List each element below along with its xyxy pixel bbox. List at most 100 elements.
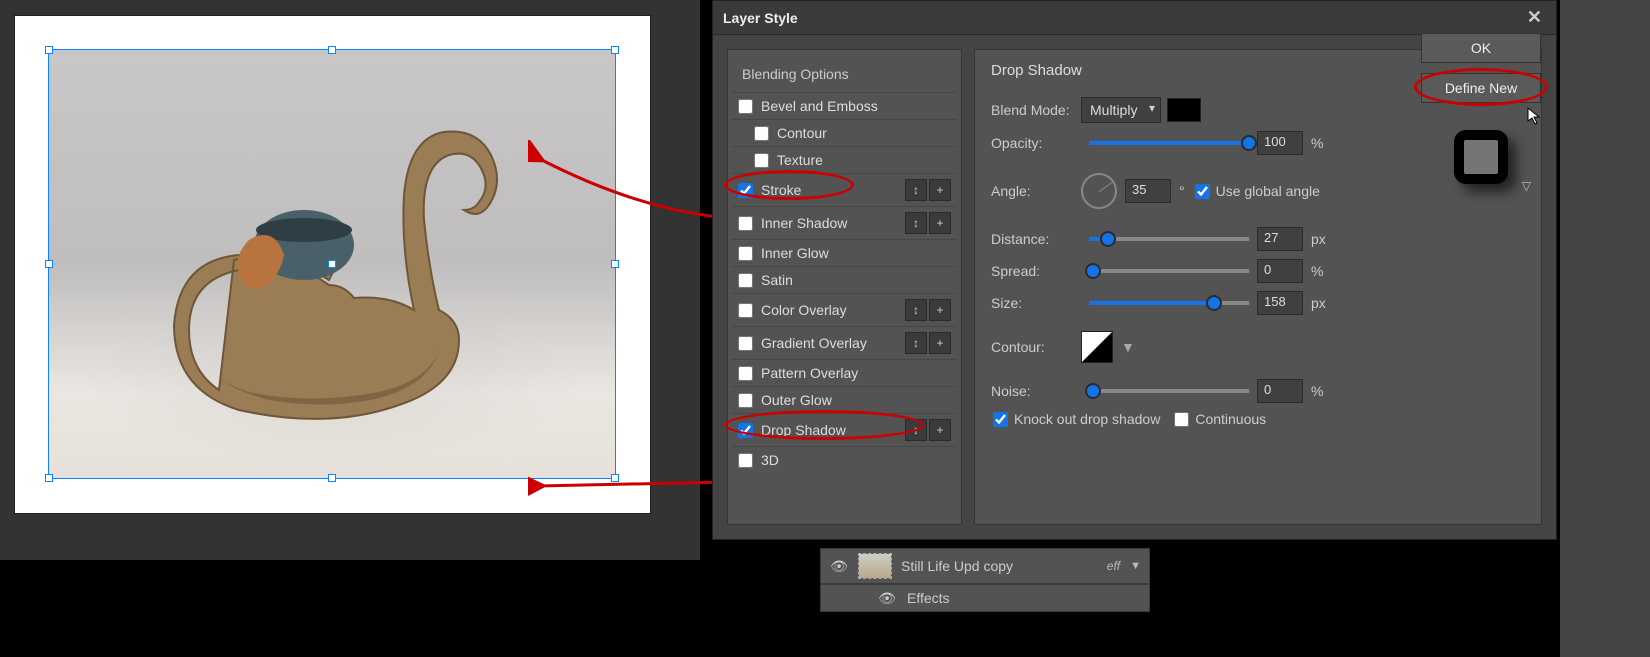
contour-dropdown-icon[interactable]: ▼ xyxy=(1121,339,1135,355)
angle-dial[interactable] xyxy=(1081,173,1117,209)
dialog-right-column: OK Define New ▽ xyxy=(1416,9,1546,193)
transform-handle-tr[interactable] xyxy=(611,46,619,54)
layer-effects-row[interactable]: 👁 Effects xyxy=(820,584,1150,612)
style-gradient-overlay-checkbox[interactable] xyxy=(738,336,753,351)
transform-handle-mr[interactable] xyxy=(611,260,619,268)
style-satin-label: Satin xyxy=(761,272,951,288)
ok-button[interactable]: OK xyxy=(1421,33,1541,63)
style-bevel-label: Bevel and Emboss xyxy=(761,98,951,114)
reorder-icon[interactable]: ↕ xyxy=(905,419,927,441)
style-outer-glow[interactable]: Outer Glow xyxy=(732,386,957,413)
style-gradient-overlay[interactable]: Gradient Overlay ↕ + xyxy=(732,326,957,359)
style-texture[interactable]: Texture xyxy=(732,146,957,173)
define-new-button-label: Define New xyxy=(1445,80,1517,96)
transform-bounding-box[interactable] xyxy=(48,49,616,479)
blend-mode-select[interactable]: Multiply xyxy=(1081,97,1161,123)
knock-out-checkbox[interactable] xyxy=(993,412,1008,427)
use-global-angle-checkbox[interactable] xyxy=(1195,184,1210,199)
transform-handle-ml[interactable] xyxy=(45,260,53,268)
transform-handle-center[interactable] xyxy=(328,260,336,268)
spread-label: Spread: xyxy=(991,263,1081,279)
visibility-eye-icon[interactable]: 👁 xyxy=(877,590,897,607)
style-inner-shadow-checkbox[interactable] xyxy=(738,216,753,231)
layer-name[interactable]: Still Life Upd copy xyxy=(901,558,1097,574)
style-3d[interactable]: 3D xyxy=(732,446,957,473)
style-inner-glow-checkbox[interactable] xyxy=(738,246,753,261)
add-icon[interactable]: + xyxy=(929,212,951,234)
add-icon[interactable]: + xyxy=(929,299,951,321)
style-outer-glow-checkbox[interactable] xyxy=(738,393,753,408)
distance-label: Distance: xyxy=(991,231,1081,247)
cursor-icon xyxy=(1526,107,1544,125)
annotation-arrow-dropshadow xyxy=(528,460,738,500)
knock-out-label: Knock out drop shadow xyxy=(1014,411,1160,427)
effects-tag: eff xyxy=(1107,559,1120,573)
transform-handle-bl[interactable] xyxy=(45,474,53,482)
style-stroke[interactable]: Stroke ↕ + xyxy=(732,173,957,206)
spread-value[interactable]: 0 xyxy=(1257,259,1303,283)
add-icon[interactable]: + xyxy=(929,419,951,441)
style-contour-checkbox[interactable] xyxy=(754,126,769,141)
style-texture-checkbox[interactable] xyxy=(754,153,769,168)
reorder-icon[interactable]: ↕ xyxy=(905,299,927,321)
style-color-overlay-checkbox[interactable] xyxy=(738,303,753,318)
transform-handle-tm[interactable] xyxy=(328,46,336,54)
style-inner-glow[interactable]: Inner Glow xyxy=(732,239,957,266)
layer-row[interactable]: 👁 Still Life Upd copy eff ▼ xyxy=(820,548,1150,584)
size-label: Size: xyxy=(991,295,1081,311)
style-stroke-checkbox[interactable] xyxy=(738,183,753,198)
style-3d-checkbox[interactable] xyxy=(738,453,753,468)
style-stroke-label: Stroke xyxy=(761,182,903,198)
transform-handle-tl[interactable] xyxy=(45,46,53,54)
still-life-image xyxy=(129,110,509,440)
style-pattern-overlay-checkbox[interactable] xyxy=(738,366,753,381)
add-icon[interactable]: + xyxy=(929,179,951,201)
contour-label: Contour: xyxy=(991,339,1081,355)
style-outer-glow-label: Outer Glow xyxy=(761,392,951,408)
style-drop-shadow[interactable]: Drop Shadow ↕ + xyxy=(732,413,957,446)
layer-style-dialog: Layer Style ✕ Blending Options Bevel and… xyxy=(712,0,1557,540)
reorder-icon[interactable]: ↕ xyxy=(905,332,927,354)
style-bevel-checkbox[interactable] xyxy=(738,99,753,114)
noise-value[interactable]: 0 xyxy=(1257,379,1303,403)
style-preview: ▽ xyxy=(1445,121,1517,193)
style-drop-shadow-label: Drop Shadow xyxy=(761,422,903,438)
preview-dropdown-icon[interactable]: ▽ xyxy=(1522,179,1531,193)
distance-value[interactable]: 27 xyxy=(1257,227,1303,251)
reorder-icon[interactable]: ↕ xyxy=(905,212,927,234)
visibility-eye-icon[interactable]: 👁 xyxy=(829,558,849,575)
layers-panel-fragment: 👁 Still Life Upd copy eff ▼ 👁 Effects xyxy=(820,548,1150,612)
reorder-icon[interactable]: ↕ xyxy=(905,179,927,201)
add-icon[interactable]: + xyxy=(929,332,951,354)
angle-value[interactable]: 35 xyxy=(1125,179,1171,203)
style-satin[interactable]: Satin xyxy=(732,266,957,293)
size-value[interactable]: 158 xyxy=(1257,291,1303,315)
style-bevel-emboss[interactable]: Bevel and Emboss xyxy=(732,92,957,119)
style-inner-shadow[interactable]: Inner Shadow ↕ + xyxy=(732,206,957,239)
contour-picker[interactable] xyxy=(1081,331,1113,363)
continuous-checkbox[interactable] xyxy=(1174,412,1189,427)
continuous-label: Continuous xyxy=(1195,411,1266,427)
opacity-slider[interactable] xyxy=(1089,141,1249,145)
style-drop-shadow-checkbox[interactable] xyxy=(738,423,753,438)
size-unit: px xyxy=(1311,295,1326,311)
style-color-overlay[interactable]: Color Overlay ↕ + xyxy=(732,293,957,326)
chevron-down-icon[interactable]: ▼ xyxy=(1130,560,1141,572)
layer-thumbnail[interactable] xyxy=(859,554,891,578)
distance-unit: px xyxy=(1311,231,1326,247)
style-contour-label: Contour xyxy=(777,125,951,141)
define-new-button[interactable]: Define New xyxy=(1421,73,1541,103)
blend-mode-label: Blend Mode: xyxy=(991,102,1081,118)
spread-slider[interactable] xyxy=(1089,269,1249,273)
distance-slider[interactable] xyxy=(1089,237,1249,241)
opacity-unit: % xyxy=(1311,135,1323,151)
transform-handle-bm[interactable] xyxy=(328,474,336,482)
style-contour[interactable]: Contour xyxy=(732,119,957,146)
opacity-value[interactable]: 100 xyxy=(1257,131,1303,155)
style-satin-checkbox[interactable] xyxy=(738,273,753,288)
shadow-color-swatch[interactable] xyxy=(1167,98,1201,122)
style-pattern-overlay[interactable]: Pattern Overlay xyxy=(732,359,957,386)
size-slider[interactable] xyxy=(1089,301,1249,305)
noise-slider[interactable] xyxy=(1089,389,1249,393)
noise-unit: % xyxy=(1311,383,1323,399)
